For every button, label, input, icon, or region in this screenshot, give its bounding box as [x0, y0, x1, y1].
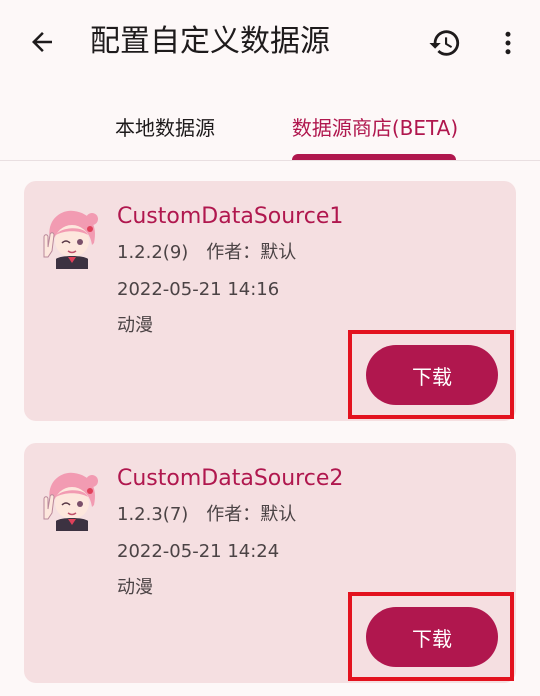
source-date: 2022-05-21 14:24	[117, 541, 280, 562]
source-date: 2022-05-21 14:16	[117, 279, 280, 300]
tab-source-store[interactable]: 数据源商店(BETA)	[270, 98, 480, 160]
app-bar: 配置自定义数据源	[0, 0, 540, 88]
history-icon	[429, 30, 460, 56]
more-options-button[interactable]	[488, 20, 528, 66]
avatar	[43, 210, 98, 269]
more-vert-icon	[505, 31, 511, 55]
source-card: CustomDataSource1 1.2.2(9) 作者：默认 2022-05-…	[24, 181, 516, 421]
page-title: 配置自定义数据源	[90, 24, 330, 59]
source-tag: 动漫	[117, 577, 153, 598]
history-button[interactable]	[422, 20, 468, 66]
source-card: CustomDataSource2 1.2.3(7) 作者：默认 2022-05-…	[24, 443, 516, 683]
source-author: 作者：默认	[206, 504, 297, 525]
arrow-back-icon	[32, 32, 52, 52]
tab-local-sources[interactable]: 本地数据源	[70, 98, 260, 160]
tab-indicator	[292, 154, 456, 160]
source-name: CustomDataSource1	[117, 204, 344, 229]
download-button[interactable]: 下载	[366, 607, 498, 667]
avatar	[43, 472, 98, 531]
source-author: 作者：默认	[206, 242, 297, 263]
source-name: CustomDataSource2	[117, 466, 344, 491]
tab-bar: 本地数据源 数据源商店(BETA)	[0, 98, 540, 161]
back-button[interactable]	[22, 22, 62, 62]
source-version: 1.2.3(7)	[117, 504, 189, 525]
source-tag: 动漫	[117, 315, 153, 336]
download-button[interactable]: 下载	[366, 345, 498, 405]
source-meta: 1.2.2(9) 作者：默认	[117, 240, 296, 266]
source-version: 1.2.2(9)	[117, 242, 189, 263]
source-meta: 1.2.3(7) 作者：默认	[117, 502, 296, 528]
